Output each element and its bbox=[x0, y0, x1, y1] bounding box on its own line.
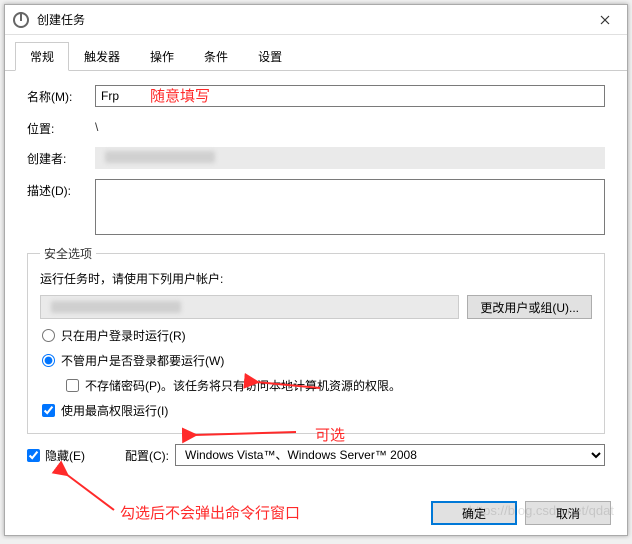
window-title: 创建任务 bbox=[37, 11, 583, 28]
tab-conditions[interactable]: 条件 bbox=[189, 42, 243, 71]
tab-content: 名称(M): 位置: \ 创建者: 描述(D): 安全选项 运行任务时，请使用下… bbox=[5, 71, 627, 491]
change-user-button[interactable]: 更改用户或组(U)... bbox=[467, 295, 592, 319]
clock-icon bbox=[13, 12, 29, 28]
check-no-store-pwd-input[interactable] bbox=[66, 379, 79, 392]
creator-value bbox=[95, 147, 605, 169]
ok-button[interactable]: 确定 bbox=[431, 501, 517, 525]
radio-always[interactable]: 不管用户是否登录都要运行(W) bbox=[42, 352, 592, 369]
radio-always-label: 不管用户是否登录都要运行(W) bbox=[61, 352, 224, 369]
check-highest-priv[interactable]: 使用最高权限运行(I) bbox=[42, 402, 592, 419]
dialog-footer: 确定 取消 bbox=[5, 491, 627, 535]
tab-actions[interactable]: 操作 bbox=[135, 42, 189, 71]
tab-settings[interactable]: 设置 bbox=[243, 42, 297, 71]
create-task-dialog: 创建任务 常规 触发器 操作 条件 设置 名称(M): 位置: \ 创建者: 描… bbox=[4, 4, 628, 536]
name-input[interactable] bbox=[95, 85, 605, 107]
radio-logged-in-input[interactable] bbox=[42, 329, 55, 342]
user-account-box bbox=[40, 295, 459, 319]
config-label: 配置(C): bbox=[125, 447, 169, 464]
creator-label: 创建者: bbox=[27, 147, 95, 167]
radio-logged-in-label: 只在用户登录时运行(R) bbox=[61, 327, 186, 344]
cancel-button[interactable]: 取消 bbox=[525, 501, 611, 525]
check-highest-priv-label: 使用最高权限运行(I) bbox=[61, 402, 168, 419]
description-textarea[interactable] bbox=[95, 179, 605, 235]
titlebar: 创建任务 bbox=[5, 5, 627, 35]
security-groupbox: 安全选项 运行任务时，请使用下列用户帐户: 更改用户或组(U)... 只在用户登… bbox=[27, 245, 605, 434]
close-icon bbox=[600, 15, 610, 25]
check-no-store-pwd-label: 不存储密码(P)。该任务将只有访问本地计算机资源的权限。 bbox=[85, 377, 401, 394]
config-select[interactable]: Windows Vista™、Windows Server™ 2008 bbox=[175, 444, 605, 466]
radio-logged-in[interactable]: 只在用户登录时运行(R) bbox=[42, 327, 592, 344]
check-highest-priv-input[interactable] bbox=[42, 404, 55, 417]
tab-triggers[interactable]: 触发器 bbox=[69, 42, 135, 71]
radio-always-input[interactable] bbox=[42, 354, 55, 367]
check-hidden-label: 隐藏(E) bbox=[45, 447, 85, 464]
security-legend: 安全选项 bbox=[40, 245, 96, 262]
check-hidden-input[interactable] bbox=[27, 449, 40, 462]
location-value: \ bbox=[95, 117, 605, 134]
name-label: 名称(M): bbox=[27, 85, 95, 105]
check-hidden[interactable]: 隐藏(E) bbox=[27, 447, 85, 464]
location-label: 位置: bbox=[27, 117, 95, 137]
tab-bar: 常规 触发器 操作 条件 设置 bbox=[5, 35, 627, 71]
close-button[interactable] bbox=[583, 5, 627, 35]
description-label: 描述(D): bbox=[27, 179, 95, 199]
tab-general[interactable]: 常规 bbox=[15, 42, 69, 71]
security-prompt: 运行任务时，请使用下列用户帐户: bbox=[40, 270, 592, 287]
check-no-store-pwd[interactable]: 不存储密码(P)。该任务将只有访问本地计算机资源的权限。 bbox=[66, 377, 592, 394]
